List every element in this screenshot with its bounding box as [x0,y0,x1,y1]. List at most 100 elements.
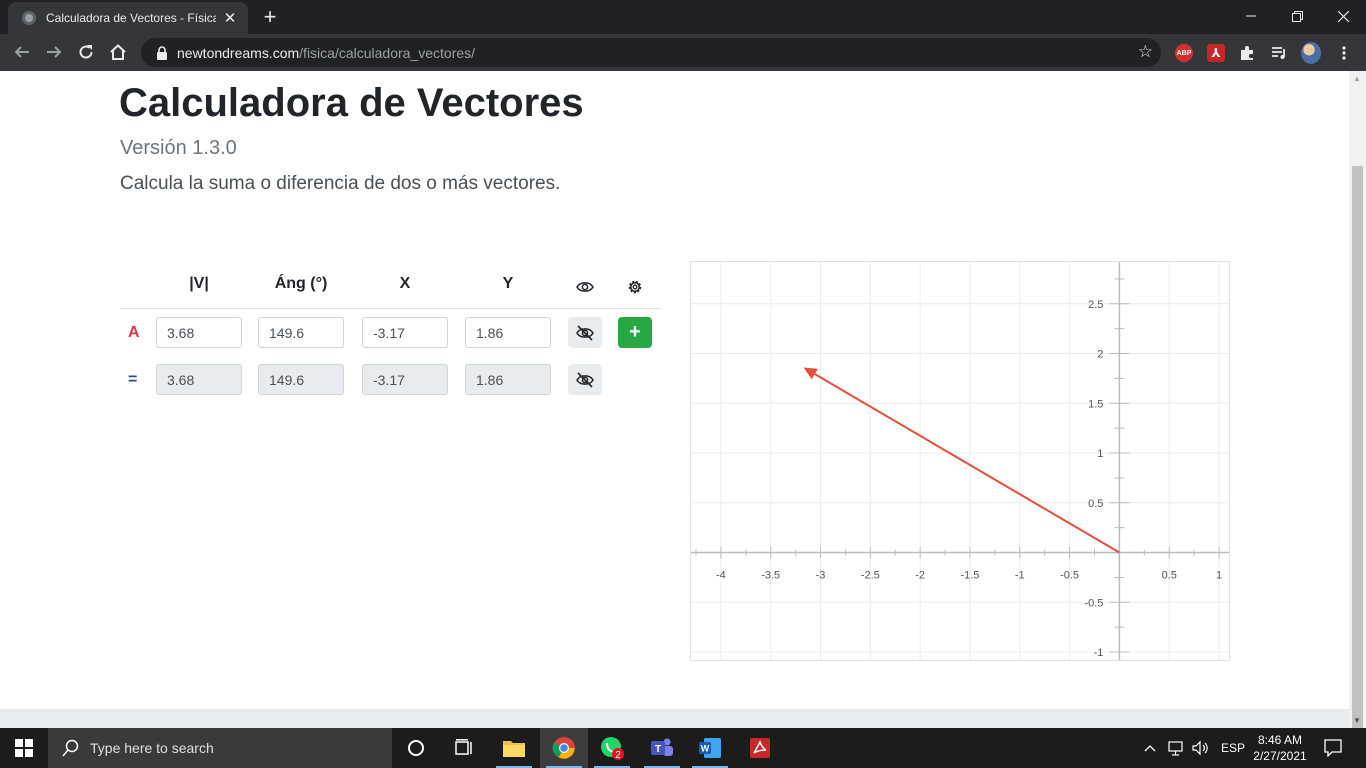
whatsapp-taskbar-button[interactable]: 2 [588,728,636,768]
svg-text:T: T [655,744,661,755]
x-component-input[interactable] [362,317,448,348]
page-scrollbar[interactable]: ▲ ▼ [1349,71,1366,746]
angle-input[interactable] [258,317,344,348]
acrobat-icon: ⅄ [1207,44,1225,62]
eye-slash-icon [576,371,594,388]
taskbar-search[interactable]: Type here to search [48,728,392,768]
adblock-icon: ABP [1175,44,1193,62]
browser-tab[interactable]: Calculadora de Vectores - Física - ✕ [8,2,248,34]
home-icon [110,44,126,60]
y-tick-label: 1.5 [1088,398,1103,410]
teams-taskbar-button[interactable]: T [638,728,686,768]
y-tick-label: 2 [1097,349,1103,361]
x-tick-label: -3 [816,570,826,582]
task-view-button[interactable] [440,728,488,768]
scrollbar-thumb[interactable] [1352,166,1363,746]
clock-time: 8:46 AM [1257,733,1303,747]
notifications-button[interactable] [1324,728,1342,768]
forward-button[interactable] [40,38,68,66]
input-language-button[interactable]: ESP [1221,728,1245,768]
cortana-button[interactable] [392,728,440,768]
site-favicon-icon [22,11,36,25]
vector-line [814,373,1120,554]
svg-text:W: W [701,744,710,754]
chrome-icon [552,737,575,759]
browser-toolbar: newtondreams.com/fisica/calculadora_vect… [0,34,1366,71]
windows-taskbar: Type here to search 2 T W ESP 8:46 AM 2/… [0,728,1366,768]
minimize-button[interactable] [1228,0,1274,32]
address-bar[interactable]: newtondreams.com/fisica/calculadora_vect… [141,38,1161,67]
header-y: Y [502,275,514,292]
y-tick-label: -1 [1094,647,1104,659]
result-x-field [362,364,448,395]
whatsapp-badge: 2 [615,750,621,761]
file-explorer-button[interactable] [490,728,538,768]
restore-button[interactable] [1274,0,1320,32]
y-component-input[interactable] [465,317,551,348]
new-tab-button[interactable]: + [258,4,282,30]
windows-logo-icon [15,739,33,757]
cortana-circle-icon [408,740,424,756]
scroll-up-icon[interactable]: ▲ [1353,74,1361,83]
adblock-extension-button[interactable]: ABP [1174,43,1194,63]
show-hidden-icons-button[interactable] [1144,728,1156,768]
pdf-extension-button[interactable]: ⅄ [1206,43,1226,63]
tab-close-icon[interactable]: ✕ [222,9,238,27]
playlist-icon [1272,47,1285,59]
reload-button[interactable] [72,38,100,66]
tab-strip: Calculadora de Vectores - Física - ✕ + [0,0,1366,34]
url-host: newtondreams.com [177,44,300,61]
start-button[interactable] [0,728,48,768]
tab-title: Calculadora de Vectores - Física - [46,11,216,25]
x-tick-label: -3.5 [761,570,780,582]
lock-icon [157,45,167,60]
add-vector-button[interactable]: + [618,317,652,348]
more-vertical-icon [1342,46,1346,60]
home-button[interactable] [104,38,132,66]
toggle-result-visibility-button[interactable] [568,364,602,395]
x-tick-label: -0.5 [1060,570,1079,582]
settings-gear-icon[interactable] [625,277,645,297]
page-footer [0,709,1349,728]
clock[interactable]: 8:46 AM 2/27/2021 [1248,732,1312,764]
page-viewport: Calculadora de Vectores Versión 1.3.0 Ca… [0,71,1349,709]
bookmark-star-icon[interactable]: ☆ [1138,42,1153,62]
acrobat-taskbar-button[interactable] [736,728,784,768]
result-y-field [465,364,551,395]
whatsapp-icon: 2 [601,737,624,761]
chrome-menu-button[interactable] [1334,43,1354,63]
back-button[interactable] [8,38,36,66]
x-tick-label: 1 [1216,570,1222,582]
show-all-eye-icon[interactable] [575,277,595,297]
toggle-visibility-button[interactable] [568,317,602,348]
search-placeholder: Type here to search [90,740,214,756]
magnitude-input[interactable] [156,317,242,348]
arrow-left-icon [14,46,29,58]
vector-table: |V| Áng (°) X Y A 3.68 149.6 -3.17 1.86 … [120,261,660,403]
profile-button[interactable] [1301,42,1321,64]
teams-icon: T [651,738,673,756]
vector-chart[interactable]: -4 -3.5 -3 -2.5 -2 -1.5 -1 -0.5 0.5 1 2.5 2 1.5 1 0.5 -… [690,261,1230,661]
scroll-down-icon[interactable]: ▼ [1353,716,1361,725]
puzzle-icon [1241,46,1253,60]
network-button[interactable] [1168,728,1186,768]
media-control-button[interactable] [1269,43,1289,63]
header-magnitude: |V| [189,275,209,292]
notification-icon [1324,739,1342,757]
header-x: X [399,275,411,292]
header-angle: Áng (°) [274,275,328,292]
vector-chart-svg: -4 -3.5 -3 -2.5 -2 -1.5 -1 -0.5 0.5 1 2.5 2 1.5 1 0.5 -… [691,262,1229,660]
close-window-button[interactable] [1320,0,1366,32]
result-label: = [128,371,138,388]
volume-button[interactable] [1192,728,1210,768]
chrome-taskbar-button[interactable] [540,728,588,768]
folder-icon [503,741,525,757]
close-icon [1337,10,1349,22]
extensions-button[interactable] [1237,43,1257,63]
word-icon: W [699,738,721,758]
restore-icon [1291,10,1303,22]
vector-arrowhead [803,367,818,380]
word-taskbar-button[interactable]: W [686,728,734,768]
url-path: /fisica/calculadora_vectores/ [299,44,476,61]
x-tick-label: -4 [716,570,726,582]
